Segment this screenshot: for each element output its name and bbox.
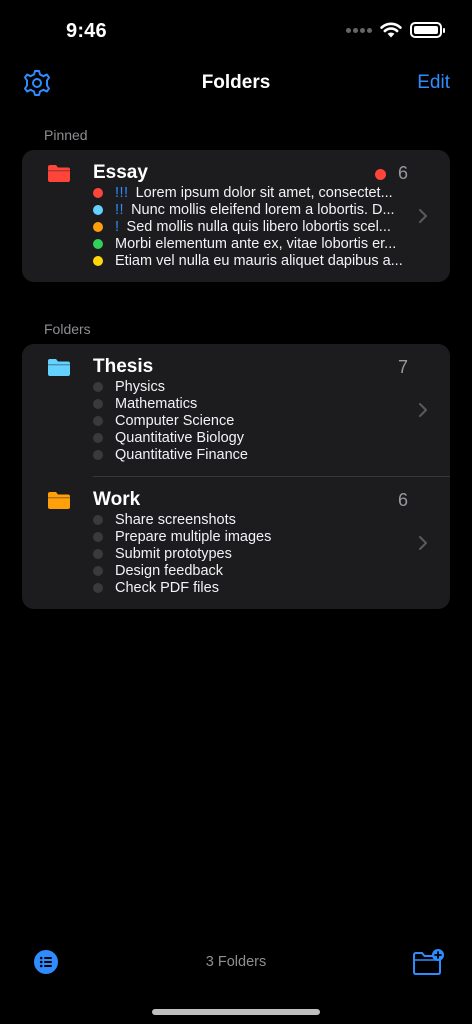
page-title: Folders — [201, 72, 271, 93]
folder-count: 6 — [397, 490, 408, 510]
status-time: 9:46 — [66, 20, 107, 42]
task-text: Physics — [115, 378, 165, 395]
task-item[interactable]: Morbi elementum ante ex, vitae lobortis … — [93, 236, 410, 253]
task-item[interactable]: Physics — [93, 378, 410, 395]
folder-row-essay[interactable]: Essay 6 !!! Lorem ipsum dolor sit amet, … — [22, 150, 450, 282]
task-color-dot — [93, 433, 103, 444]
status-icons — [346, 22, 445, 38]
folder-icon — [48, 165, 70, 182]
bottom-toolbar: 3 Folders — [0, 944, 472, 984]
task-color-dot — [93, 583, 103, 594]
task-text: Quantitative Finance — [115, 447, 248, 464]
folder-count: 6 — [397, 163, 408, 183]
task-color-dot — [93, 187, 103, 198]
cellular-icon — [346, 27, 372, 33]
task-item[interactable]: Computer Science — [93, 412, 410, 429]
task-text: Nunc mollis eleifend lorem a lobortis. D… — [131, 201, 395, 218]
chevron-right-icon — [419, 209, 427, 223]
folder-row-thesis[interactable]: Thesis 7 Physics Mathematics Computer Sc… — [22, 344, 450, 476]
battery-icon — [410, 22, 445, 38]
task-text: Submit prototypes — [115, 545, 232, 562]
folder-name: Thesis — [93, 356, 154, 377]
new-folder-icon[interactable] — [412, 948, 444, 976]
wifi-icon — [380, 22, 402, 38]
task-color-dot — [93, 531, 103, 542]
task-text: Check PDF files — [115, 580, 219, 597]
folder-count: 7 — [397, 357, 408, 377]
task-text: Morbi elementum ante ex, vitae lobortis … — [115, 236, 397, 253]
status-bar: 9:46 — [0, 0, 472, 60]
folder-name: Essay — [93, 162, 148, 183]
section-header-folders: Folders — [44, 321, 91, 337]
task-item[interactable]: Mathematics — [93, 395, 410, 412]
task-item[interactable]: !!! Lorem ipsum dolor sit amet, consecte… — [93, 184, 410, 201]
task-text: Share screenshots — [115, 511, 236, 528]
task-color-dot — [93, 239, 103, 250]
folder-count-label: 3 Folders — [205, 954, 267, 970]
task-color-dot — [93, 415, 103, 426]
task-item[interactable]: Prepare multiple images — [93, 528, 410, 545]
task-color-dot — [93, 221, 103, 232]
task-item[interactable]: Submit prototypes — [93, 545, 410, 562]
folder-name: Work — [93, 489, 141, 510]
task-color-dot — [93, 204, 103, 215]
task-item[interactable]: Design feedback — [93, 563, 410, 580]
priority-marker: !! — [115, 201, 125, 218]
task-text: Computer Science — [115, 412, 235, 429]
chevron-right-icon — [419, 536, 427, 550]
folder-row-work[interactable]: Work 6 Share screenshots Prepare multipl… — [22, 477, 450, 609]
section-header-pinned: Pinned — [44, 127, 88, 143]
home-indicator — [152, 1009, 320, 1015]
task-color-dot — [93, 548, 103, 559]
task-item[interactable]: !! Nunc mollis eleifend lorem a lobortis… — [93, 201, 410, 218]
task-color-dot — [93, 514, 103, 525]
priority-marker: !!! — [115, 184, 129, 201]
task-item[interactable]: ! Sed mollis nulla quis libero lobortis … — [93, 218, 410, 235]
task-text: Design feedback — [115, 563, 224, 580]
task-list: Share screenshots Prepare multiple image… — [93, 511, 410, 597]
edit-button[interactable]: Edit — [417, 72, 450, 94]
chevron-right-icon — [419, 403, 427, 417]
task-text: Quantitative Biology — [115, 430, 244, 447]
task-item[interactable]: Check PDF files — [93, 580, 410, 597]
folder-icon — [48, 492, 70, 509]
task-color-dot — [93, 398, 103, 409]
task-color-dot — [93, 381, 103, 392]
task-item[interactable]: Quantitative Biology — [93, 430, 410, 447]
task-text: Lorem ipsum dolor sit amet, consectet... — [135, 184, 393, 201]
task-color-dot — [93, 450, 103, 461]
task-color-dot — [93, 256, 103, 267]
folders-card: Thesis 7 Physics Mathematics Computer Sc… — [22, 344, 450, 609]
task-item[interactable]: Quantitative Finance — [93, 447, 410, 464]
task-item[interactable]: Share screenshots — [93, 511, 410, 528]
task-item[interactable]: Etiam vel nulla eu mauris aliquet dapibu… — [93, 253, 410, 270]
task-color-dot — [93, 566, 103, 577]
navigation-bar: Folders Edit — [0, 62, 472, 106]
task-text: Mathematics — [115, 395, 198, 412]
task-list: Physics Mathematics Computer Science Qua… — [93, 378, 410, 464]
folder-icon — [48, 359, 70, 376]
unread-indicator — [375, 169, 386, 180]
pinned-card: Essay 6 !!! Lorem ipsum dolor sit amet, … — [22, 150, 450, 282]
task-text: Sed mollis nulla quis libero lobortis sc… — [126, 218, 391, 235]
priority-marker: ! — [115, 218, 120, 235]
task-text: Etiam vel nulla eu mauris aliquet dapibu… — [115, 253, 403, 270]
task-list: !!! Lorem ipsum dolor sit amet, consecte… — [93, 184, 410, 270]
task-text: Prepare multiple images — [115, 528, 272, 545]
